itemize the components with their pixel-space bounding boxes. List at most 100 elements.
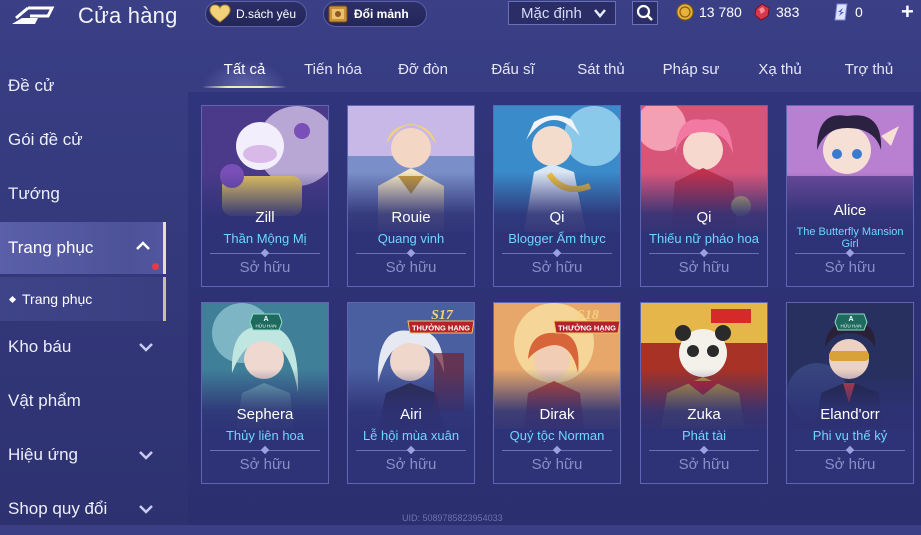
skin-name: Thần Mộng Mị <box>223 231 307 246</box>
ruby-balance: 383 <box>753 2 799 22</box>
chevron-up-icon <box>136 241 150 250</box>
sidebar-subitem-skins[interactable]: Trang phục <box>0 277 166 321</box>
skin-card[interactable]: A HỮU HẠN Eland'orr Phi vụ thế kỷ Sở hữu <box>786 302 914 484</box>
back-arrow-icon <box>12 6 55 24</box>
tab-marksman[interactable]: Xạ thủ <box>748 56 812 86</box>
season-reward-badge-icon: S17 THƯỞNG HẠNG <box>407 308 474 334</box>
season-label: S17 <box>431 308 454 323</box>
skin-card[interactable]: S17 THƯỞNG HẠNG Airi Lễ hội mùa xuân Sở … <box>347 302 475 484</box>
sidebar-item-label: Trang phục <box>8 238 94 257</box>
skin-card[interactable]: A HỮU HẠN Sephera Thủy liên hoa Sở hữu <box>201 302 329 484</box>
skin-card[interactable]: Alice The Butterfly Mansion Girl Sở hữu <box>786 105 914 287</box>
voucher-icon <box>834 3 848 21</box>
sidebar-item-skins[interactable]: Trang phục <box>0 222 166 274</box>
sidebar-item-label: Tướng <box>8 184 60 203</box>
hero-name: Airi <box>400 406 422 423</box>
ownership-status: Sở hữu <box>239 456 291 473</box>
tab-evolution[interactable]: Tiến hóa <box>296 56 370 86</box>
skin-name: Lễ hội mùa xuân <box>362 428 460 443</box>
tab-support[interactable]: Trợ thủ <box>836 56 902 86</box>
chevron-down-icon <box>139 451 153 460</box>
gold-coin-icon <box>676 3 694 21</box>
skin-name: Thủy liên hoa <box>225 428 305 443</box>
hero-name: Dirak <box>539 406 575 423</box>
exchange-shards-button[interactable]: Đổi mảnh <box>323 1 427 27</box>
heart-icon <box>208 2 232 26</box>
skin-card[interactable]: Rouie Quang vinh Sở hữu <box>347 105 475 287</box>
page-title: Cửa hàng <box>78 3 178 28</box>
season-label: S18 <box>577 308 599 323</box>
season-subtitle: THƯỞNG HẠNG <box>412 324 470 333</box>
active-tab-indicator <box>202 86 287 88</box>
search-button[interactable] <box>632 1 658 25</box>
divider-ornament <box>845 248 855 258</box>
ruby-amount: 383 <box>776 4 800 20</box>
hero-name: Qi <box>696 209 712 226</box>
sidebar-item-exchange-shop[interactable]: Shop quy đổi <box>0 483 166 535</box>
ownership-status: Sở hữu <box>239 259 291 276</box>
sidebar-item-treasure[interactable]: Kho báu <box>0 321 166 373</box>
sidebar-item-effects[interactable]: Hiệu ứng <box>0 429 166 481</box>
sidebar-item-label: Gói đề cử <box>8 130 83 149</box>
sidebar-item-recommended[interactable]: Đề cử <box>0 60 166 112</box>
sidebar-item-heroes[interactable]: Tướng <box>0 168 166 220</box>
divider-ornament <box>552 445 562 455</box>
skin-card[interactable]: Qi Thiếu nữ pháo hoa Sở hữu <box>640 105 768 287</box>
user-id-watermark: UID: 5089785823954033 <box>402 513 503 523</box>
skin-card[interactable]: S18 THƯỞNG HẠNG Dirak Quý tộc Norman Sở … <box>493 302 621 484</box>
season-subtitle: THƯỞNG HẠNG <box>558 324 616 333</box>
skin-name: Phi vụ thế kỷ <box>812 428 888 443</box>
sidebar-item-label: Vật phẩm <box>8 391 81 410</box>
badge-subtitle: HỮU HẠN <box>840 323 861 329</box>
tab-tank[interactable]: Đỡ đòn <box>388 56 458 86</box>
hero-name: Eland'orr <box>820 406 880 423</box>
badge-letter: A <box>263 316 268 323</box>
divider-ornament <box>406 445 416 455</box>
skin-name: Phát tài <box>681 428 727 443</box>
skin-card[interactable]: Zill Thần Mộng Mị Sở hữu <box>201 105 329 287</box>
tab-fighter[interactable]: Đấu sĩ <box>480 56 546 86</box>
skin-card[interactable]: Qi Blogger Ẩm thực Sở hữu <box>493 105 621 287</box>
notification-dot <box>152 263 159 270</box>
ownership-status: Sở hữu <box>824 456 876 473</box>
top-bar: Cửa hàng D.sách yêu Đổi mảnh Mặc định 13… <box>0 0 921 34</box>
wishlist-button[interactable]: D.sách yêu <box>205 1 307 27</box>
hero-name: Qi <box>549 209 565 226</box>
search-icon <box>636 4 653 21</box>
skin-name: The Butterfly Mansion Girl <box>796 226 904 250</box>
ownership-status: Sở hữu <box>531 259 583 276</box>
ruby-icon <box>754 3 770 21</box>
sort-dropdown[interactable]: Mặc định <box>508 1 616 25</box>
badge-letter: A <box>848 316 853 323</box>
wishlist-label: D.sách yêu <box>236 7 297 21</box>
divider-ornament <box>260 248 270 258</box>
back-button[interactable] <box>8 4 58 28</box>
divider-ornament <box>260 445 270 455</box>
skin-name: Quang vinh <box>377 231 445 246</box>
sidebar: Đề cử Gói đề cử Tướng Trang phục Trang p… <box>0 60 168 525</box>
chevron-down-icon <box>594 9 606 18</box>
season-reward-badge-icon: S18 THƯỞNG HẠNG <box>553 308 620 334</box>
limited-badge-icon: A HỮU HẠN <box>249 313 283 331</box>
divider-ornament <box>699 248 709 258</box>
divider-ornament <box>406 248 416 258</box>
hero-name: Sephera <box>236 406 294 423</box>
skin-name: Quý tộc Norman <box>509 428 605 443</box>
skin-name: Thiếu nữ pháo hoa <box>649 231 759 246</box>
sidebar-item-recommended-packs[interactable]: Gói đề cử <box>0 114 166 166</box>
tab-assassin[interactable]: Sát thủ <box>568 56 634 86</box>
bullet-icon <box>8 295 17 303</box>
sort-label: Mặc định <box>521 4 582 22</box>
gold-balance: 13 780 <box>676 2 742 22</box>
hero-name: Rouie <box>391 209 431 226</box>
chevron-down-icon <box>139 343 153 352</box>
tab-all[interactable]: Tất cả <box>202 56 287 86</box>
plus-icon[interactable]: + <box>901 0 914 24</box>
tab-mage[interactable]: Pháp sư <box>656 56 726 86</box>
badge-subtitle: HỮU HẠN <box>255 323 276 329</box>
hero-name: Zill <box>255 209 275 226</box>
sidebar-item-items[interactable]: Vật phẩm <box>0 375 166 427</box>
skin-card[interactable]: Zuka Phát tài Sở hữu <box>640 302 768 484</box>
hero-name: Zuka <box>687 406 721 423</box>
skin-name: Blogger Ẩm thực <box>508 231 606 246</box>
